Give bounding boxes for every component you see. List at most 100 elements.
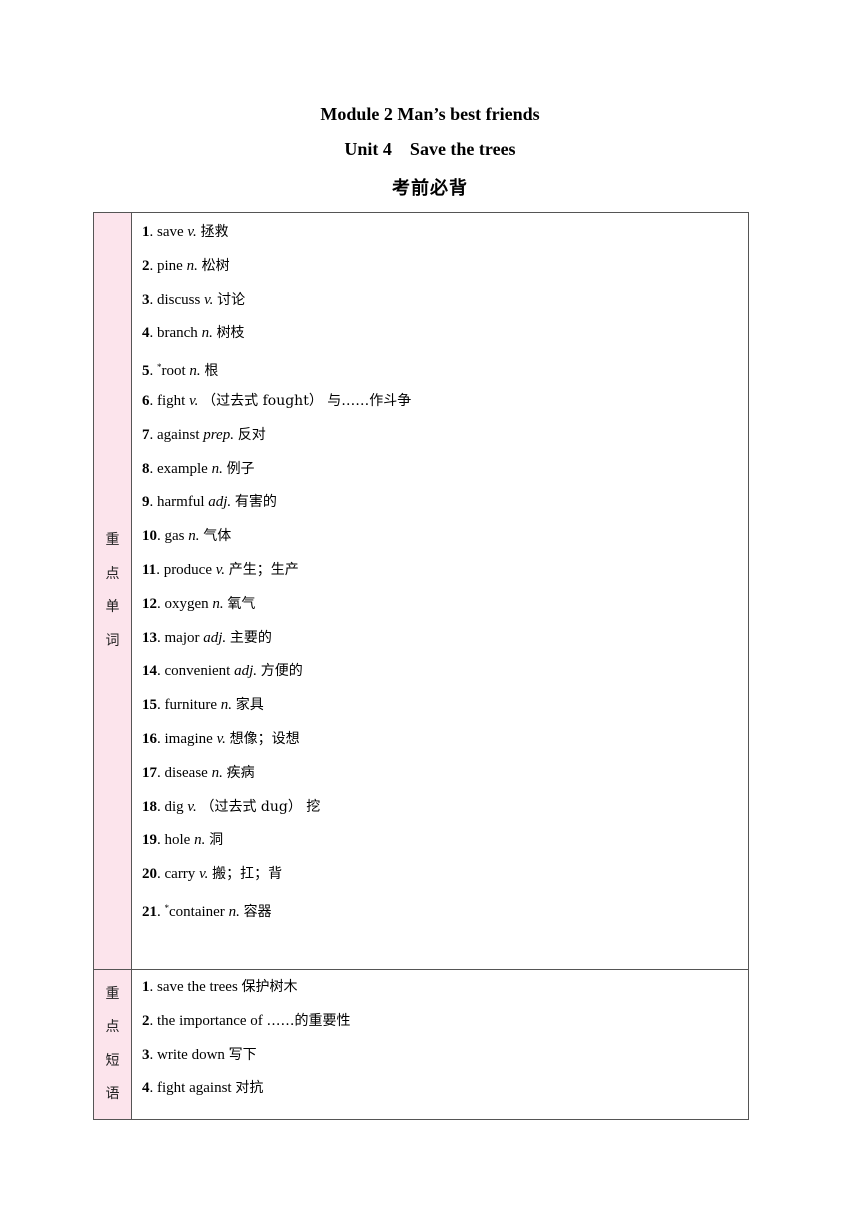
item-number: 3 bbox=[142, 291, 150, 308]
item-number: 20 bbox=[142, 866, 157, 883]
key-phrases-row: 重 点 短 语 1. save the trees 保护树木 2. the imp… bbox=[93, 969, 749, 1120]
item-number: 1 bbox=[142, 224, 150, 240]
word-item: 18. dig v. （过去式 dug） 挖 bbox=[142, 798, 321, 815]
word-text: against bbox=[157, 426, 200, 443]
phrase-meaning: 对抗 bbox=[235, 1080, 264, 1097]
word-meaning: 家具 bbox=[235, 697, 264, 714]
item-number: 4 bbox=[142, 325, 150, 342]
part-of-speech: n. bbox=[201, 325, 213, 342]
word-item: 11. produce v. 产生；生产 bbox=[142, 561, 299, 578]
part-of-speech: n. bbox=[228, 903, 240, 920]
phrase-meaning: 保护树木 bbox=[241, 979, 298, 995]
part-of-speech: adj. bbox=[208, 494, 232, 511]
word-text: major bbox=[164, 629, 200, 646]
part-of-speech: v. bbox=[216, 730, 226, 747]
part-of-speech: v. bbox=[204, 291, 214, 308]
word-item: 21. *container n. 容器 bbox=[142, 902, 272, 920]
word-meaning: 想像；设想 bbox=[229, 730, 300, 747]
item-number: 10 bbox=[142, 528, 157, 545]
word-text: container bbox=[169, 903, 225, 920]
word-text: gas bbox=[164, 528, 185, 545]
word-meaning: （过去式 dug） 挖 bbox=[200, 798, 321, 815]
word-text: convenient bbox=[164, 663, 231, 680]
part-of-speech: v. bbox=[215, 561, 226, 578]
phrase-text: the importance of bbox=[157, 1012, 263, 1029]
part-of-speech: adj. bbox=[203, 629, 227, 646]
word-meaning: 气体 bbox=[203, 528, 232, 545]
word-item: 3. discuss v. 讨论 bbox=[142, 291, 246, 308]
word-item: 2. pine n. 松树 bbox=[142, 257, 230, 274]
word-meaning: 拯救 bbox=[200, 224, 229, 240]
word-text: branch bbox=[157, 325, 198, 342]
word-item: 14. convenient adj. 方便的 bbox=[142, 663, 303, 680]
phrase-text: fight against bbox=[157, 1080, 232, 1097]
word-meaning: （过去式 fought） 与……作斗争 bbox=[202, 392, 412, 409]
page-subtitle: 考前必背 bbox=[392, 178, 468, 199]
word-item: 19. hole n. 洞 bbox=[142, 832, 224, 849]
word-meaning: 有害的 bbox=[234, 494, 277, 511]
word-text: harmful bbox=[157, 494, 205, 511]
part-of-speech: v. bbox=[199, 866, 209, 883]
word-item: 4. branch n. 树枝 bbox=[142, 325, 245, 342]
key-phrases-list: 1. save the trees 保护树木 2. the importance … bbox=[131, 969, 749, 1120]
word-text: oxygen bbox=[164, 595, 209, 612]
item-number: 13 bbox=[142, 629, 157, 646]
part-of-speech: adj. bbox=[234, 663, 257, 680]
item-number: 2 bbox=[142, 1012, 150, 1029]
phrase-item: 4. fight against 对抗 bbox=[142, 1080, 264, 1097]
word-meaning: 讨论 bbox=[217, 291, 246, 308]
key-phrases-label: 重 点 短 语 bbox=[93, 969, 132, 1120]
phrase-item: 1. save the trees 保护树木 bbox=[142, 979, 298, 995]
item-number: 12 bbox=[142, 595, 157, 612]
item-number: 7 bbox=[142, 426, 150, 443]
item-number: 3 bbox=[142, 1046, 150, 1063]
item-number: 4 bbox=[142, 1080, 150, 1097]
module-title: Module 2 Man’s best friends bbox=[320, 104, 540, 124]
word-text: imagine bbox=[164, 730, 213, 747]
word-item: 1. save v. 拯救 bbox=[142, 224, 229, 240]
phrase-meaning: ……的重要性 bbox=[266, 1012, 351, 1029]
word-meaning: 方便的 bbox=[260, 663, 303, 680]
item-number: 19 bbox=[142, 832, 157, 849]
part-of-speech: n. bbox=[188, 528, 200, 545]
item-number: 6 bbox=[142, 392, 150, 409]
word-text: example bbox=[157, 460, 208, 477]
item-number: 11 bbox=[142, 561, 157, 578]
word-text: discuss bbox=[157, 291, 201, 308]
item-number: 9 bbox=[142, 494, 150, 511]
item-number: 21 bbox=[142, 903, 157, 920]
word-meaning: 洞 bbox=[209, 832, 224, 849]
item-number: 14 bbox=[142, 663, 157, 680]
word-item: 20. carry v. 搬；扛；背 bbox=[142, 866, 283, 883]
part-of-speech: n. bbox=[186, 257, 198, 274]
word-meaning: 松树 bbox=[201, 257, 230, 274]
part-of-speech: n. bbox=[220, 697, 232, 714]
phrase-item: 2. the importance of ……的重要性 bbox=[142, 1012, 351, 1029]
word-text: disease bbox=[164, 764, 208, 781]
word-text: dig bbox=[164, 798, 184, 815]
part-of-speech: v. bbox=[187, 798, 197, 815]
word-item: 6. fight v. （过去式 fought） 与……作斗争 bbox=[142, 392, 412, 409]
word-text: produce bbox=[163, 561, 212, 578]
word-text: furniture bbox=[164, 697, 217, 714]
word-meaning: 树枝 bbox=[216, 325, 245, 342]
unit-title: Unit 4 Save the trees bbox=[344, 139, 516, 159]
word-meaning: 疾病 bbox=[226, 764, 255, 781]
key-words-list: 1. save v. 拯救 2. pine n. 松树 3. discuss v. … bbox=[131, 212, 749, 970]
phrase-item: 3. write down 写下 bbox=[142, 1046, 257, 1063]
vocabulary-table: 重 点 单 词 1. save v. 拯救 2. pine n. 松树 3. dis… bbox=[93, 212, 749, 1120]
word-item: 16. imagine v. 想像；设想 bbox=[142, 730, 300, 747]
word-item: 12. oxygen n. 氧气 bbox=[142, 595, 256, 612]
part-of-speech: v. bbox=[189, 392, 199, 409]
word-meaning: 搬；扛；背 bbox=[212, 866, 283, 883]
item-number: 5 bbox=[142, 363, 150, 380]
word-item: 15. furniture n. 家具 bbox=[142, 697, 264, 714]
key-words-row: 重 点 单 词 1. save v. 拯救 2. pine n. 松树 3. dis… bbox=[93, 212, 749, 970]
word-text: fight bbox=[157, 392, 186, 409]
word-item: 9. harmful adj. 有害的 bbox=[142, 494, 277, 511]
phrase-meaning: 写下 bbox=[228, 1046, 257, 1063]
word-item: 17. disease n. 疾病 bbox=[142, 764, 255, 781]
part-of-speech: n. bbox=[189, 363, 201, 380]
part-of-speech: prep. bbox=[203, 426, 234, 443]
word-item: 13. major adj. 主要的 bbox=[142, 629, 272, 646]
